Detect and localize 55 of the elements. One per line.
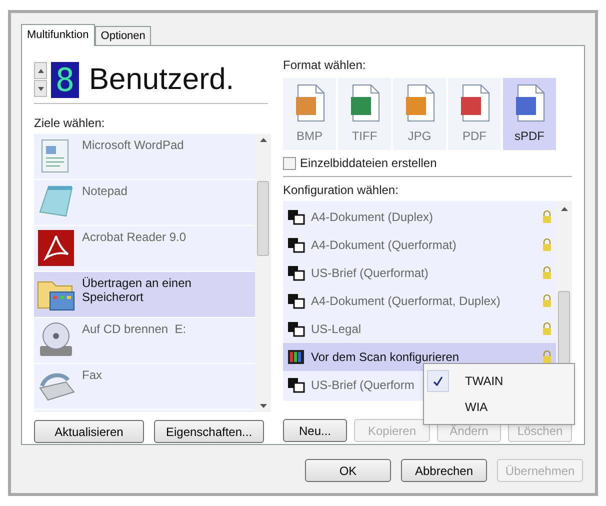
- up-arrow-icon: [560, 207, 568, 211]
- configuration-item[interactable]: A4-Dokument (Duplex): [283, 203, 556, 231]
- section-label: Konfiguration wählen:: [283, 182, 400, 199]
- destination-item[interactable]: Notepad: [34, 180, 255, 226]
- color-bars-icon: [287, 348, 305, 366]
- pages-icon: [287, 320, 305, 338]
- destination-item[interactable]: Fax: [34, 364, 255, 410]
- destination-item[interactable]: Microsoft WordPad: [34, 134, 255, 180]
- up-arrow-icon: [38, 68, 44, 72]
- configuration-item[interactable]: US-Brief (Querformat): [283, 259, 556, 287]
- scrollbar[interactable]: [255, 134, 271, 412]
- menu-item[interactable]: TWAIN: [424, 368, 574, 394]
- spin-up-button[interactable]: [34, 62, 47, 79]
- dialog-button[interactable]: Neu...: [283, 419, 347, 442]
- profile-name: Benutzerd.: [89, 62, 234, 98]
- format-option[interactable]: JPG: [393, 78, 446, 150]
- checkbox[interactable]: [283, 156, 296, 170]
- lock-icon: [542, 350, 552, 364]
- configuration-item[interactable]: US-Legal: [283, 315, 556, 343]
- destination-item[interactable]: Auf CD brennen E:: [34, 318, 255, 364]
- down-arrow-icon: [260, 404, 266, 408]
- tab[interactable]: Multifunktion: [21, 24, 95, 46]
- pages-icon: [287, 376, 305, 394]
- lock-icon: [542, 266, 552, 280]
- spin-down-button[interactable]: [34, 80, 47, 97]
- up-arrow-icon: [260, 138, 266, 142]
- pdf-icon: [36, 228, 76, 268]
- destination-item[interactable]: Übertragen an einen Speicherort: [34, 272, 255, 318]
- section-label: Ziele wählen:: [34, 115, 106, 132]
- configuration-item[interactable]: A4-Dokument (Querformat, Duplex): [283, 287, 556, 315]
- lock-icon: [542, 210, 552, 224]
- scroll-thumb[interactable]: [257, 180, 269, 256]
- configuration-item[interactable]: A4-Dokument (Querformat): [283, 231, 556, 259]
- tab[interactable]: Optionen: [94, 26, 152, 45]
- menu-item[interactable]: WIA: [424, 394, 574, 420]
- format-option[interactable]: BMP: [283, 78, 336, 150]
- check-icon: [433, 376, 443, 386]
- format-option[interactable]: TIFF: [338, 78, 391, 150]
- pages-icon: [287, 292, 305, 310]
- lock-icon: [542, 322, 552, 336]
- format-option[interactable]: PDF: [448, 78, 501, 150]
- pages-icon: [287, 236, 305, 254]
- pages-icon: [287, 208, 305, 226]
- dialog-button[interactable]: Abbrechen: [401, 459, 487, 482]
- dialog-button[interactable]: Aktualisieren: [34, 420, 144, 443]
- checkbox-label: Einzelbiddateien erstellen: [300, 155, 437, 172]
- format-option[interactable]: sPDF: [503, 78, 556, 150]
- pages-icon: [287, 264, 305, 282]
- lock-icon: [542, 238, 552, 252]
- down-arrow-icon: [38, 86, 44, 90]
- digit-display: 8: [51, 62, 79, 98]
- dialog-button[interactable]: Eigenschaften...: [154, 420, 264, 443]
- dialog-button[interactable]: OK: [305, 459, 391, 482]
- section-label: Format wählen:: [283, 57, 367, 74]
- lock-icon: [542, 294, 552, 308]
